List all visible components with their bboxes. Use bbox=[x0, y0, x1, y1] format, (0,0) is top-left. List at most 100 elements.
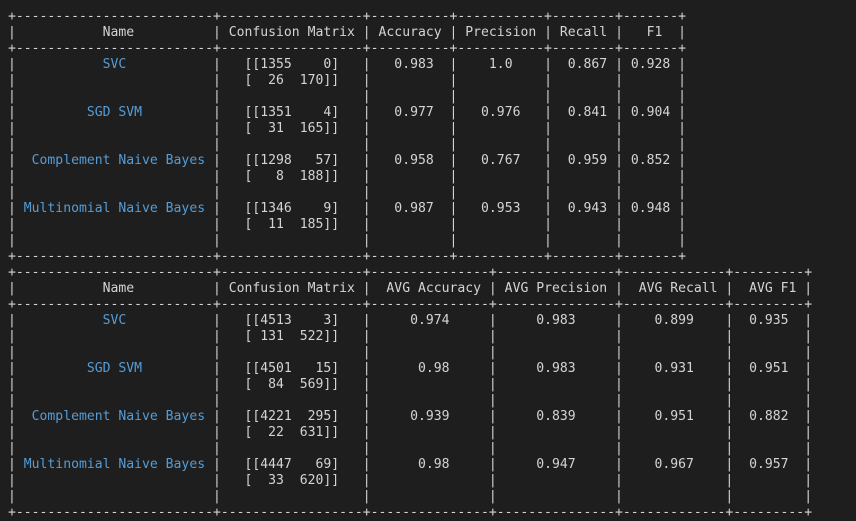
confusion-matrix-row-1: [[1298 57] bbox=[220, 153, 363, 168]
metric-value: 0.852 bbox=[622, 153, 679, 168]
column-header: Accuracy bbox=[370, 25, 450, 40]
confusion-matrix-row-2: [ 22 631]] bbox=[220, 425, 363, 440]
metric-value: 0.974 bbox=[370, 313, 489, 328]
column-header: AVG Accuracy bbox=[370, 281, 489, 296]
metric-value: 0.977 bbox=[370, 105, 450, 120]
table-row-continuation: | | [ 33 620]] | | | | | bbox=[8, 473, 813, 488]
metric-value: 0.931 bbox=[622, 361, 726, 376]
table-row-continuation: | | [ 84 569]] | | | | | bbox=[8, 377, 813, 392]
column-header: AVG F1 bbox=[733, 281, 805, 296]
metric-value: 1.0 bbox=[457, 57, 545, 72]
table-row-spacer: | | | | | | | bbox=[8, 393, 813, 408]
column-header: AVG Recall bbox=[622, 281, 726, 296]
metric-value: 0.976 bbox=[457, 105, 545, 120]
metric-value: 0.904 bbox=[622, 105, 679, 120]
confusion-matrix-row-2: [ 33 620]] bbox=[220, 473, 363, 488]
confusion-matrix-row-2: [ 31 165]] bbox=[220, 121, 363, 136]
confusion-matrix-row-2: [ 84 569]] bbox=[220, 377, 363, 392]
confusion-matrix-row-1: [[4513 3] bbox=[220, 313, 363, 328]
model-name: SGD SVM bbox=[15, 105, 213, 120]
metric-value: 0.928 bbox=[622, 57, 679, 72]
column-header: Precision bbox=[457, 25, 545, 40]
metric-value: 0.839 bbox=[496, 409, 616, 424]
metric-value: 0.899 bbox=[622, 313, 726, 328]
confusion-matrix-row-1: [[4447 69] bbox=[220, 457, 363, 472]
confusion-matrix-row-1: [[1351 4] bbox=[220, 105, 363, 120]
table-row: | SVC | [[4513 3] | 0.974 | 0.983 | 0.89… bbox=[8, 313, 813, 328]
metric-value: 0.943 bbox=[552, 201, 616, 216]
metric-value: 0.951 bbox=[622, 409, 726, 424]
metric-value: 0.959 bbox=[552, 153, 616, 168]
model-name: Complement Naive Bayes bbox=[15, 409, 213, 424]
terminal-output: +-------------------------+-------------… bbox=[0, 0, 856, 520]
table-row: | Multinomial Naive Bayes | [[1346 9] | … bbox=[8, 201, 687, 216]
table-row: | Complement Naive Bayes | [[4221 295] |… bbox=[8, 409, 813, 424]
table-row-spacer: | | | | | | | bbox=[8, 441, 813, 456]
table-row-spacer: | | | | | | | bbox=[8, 137, 686, 152]
table-row-continuation: | | [ 11 185]] | | | | | bbox=[8, 217, 687, 232]
model-name: SGD SVM bbox=[15, 361, 213, 376]
metric-value: 0.951 bbox=[733, 361, 805, 376]
table-row-spacer: | | | | | | | bbox=[8, 185, 686, 200]
table-border: +-------------------------+-------------… bbox=[8, 297, 813, 312]
metric-value: 0.947 bbox=[496, 457, 616, 472]
metric-value: 0.953 bbox=[457, 201, 545, 216]
confusion-matrix-row-2: [ 26 170]] bbox=[220, 73, 363, 88]
model-name: Complement Naive Bayes bbox=[15, 153, 213, 168]
metric-value: 0.987 bbox=[370, 201, 450, 216]
column-header: AVG Precision bbox=[496, 281, 616, 296]
metric-value: 0.98 bbox=[370, 457, 489, 472]
confusion-matrix-row-2: [ 11 185]] bbox=[220, 217, 363, 232]
table-header-row: | Name | Confusion Matrix | Accuracy | P… bbox=[8, 25, 687, 40]
table-border: +-------------------------+-------------… bbox=[8, 249, 686, 264]
table-row-spacer: | | | | | | | bbox=[8, 489, 813, 504]
table-row: | SGD SVM | [[1351 4] | 0.977 | 0.976 | … bbox=[8, 105, 687, 120]
confusion-matrix-row-2: [ 131 522]] bbox=[220, 329, 363, 344]
table-row-continuation: | | [ 22 631]] | | | | | bbox=[8, 425, 813, 440]
table-row-continuation: | | [ 131 522]] | | | | | bbox=[8, 329, 813, 344]
confusion-matrix-row-2: [ 8 188]] bbox=[220, 169, 363, 184]
table-row-continuation: | | [ 26 170]] | | | | | bbox=[8, 73, 687, 88]
column-header: Name bbox=[15, 25, 213, 40]
table-row: | SVC | [[1355 0] | 0.983 | 1.0 | 0.867 … bbox=[8, 57, 687, 72]
metric-value: 0.98 bbox=[370, 361, 489, 376]
metric-value: 0.767 bbox=[457, 153, 545, 168]
table-row: | Complement Naive Bayes | [[1298 57] | … bbox=[8, 153, 687, 168]
table-row-spacer: | | | | | | | bbox=[8, 233, 686, 248]
table-border: +-------------------------+-------------… bbox=[8, 9, 686, 24]
confusion-matrix-row-1: [[4501 15] bbox=[220, 361, 363, 376]
metric-value: 0.948 bbox=[622, 201, 679, 216]
table-header-row: | Name | Confusion Matrix | AVG Accuracy… bbox=[8, 281, 813, 296]
metric-value: 0.841 bbox=[552, 105, 616, 120]
metric-value: 0.867 bbox=[552, 57, 616, 72]
table-border: +-------------------------+-------------… bbox=[8, 505, 813, 520]
model-name: Multinomial Naive Bayes bbox=[15, 201, 213, 216]
table-row: | SGD SVM | [[4501 15] | 0.98 | 0.983 | … bbox=[8, 361, 813, 376]
model-name: SVC bbox=[15, 313, 213, 328]
metric-value: 0.967 bbox=[622, 457, 726, 472]
confusion-matrix-row-1: [[1346 9] bbox=[220, 201, 363, 216]
column-header: Confusion Matrix bbox=[220, 281, 363, 296]
metric-value: 0.983 bbox=[496, 313, 616, 328]
table-border: +-------------------------+-------------… bbox=[8, 41, 686, 56]
confusion-matrix-row-1: [[1355 0] bbox=[220, 57, 363, 72]
column-header: Name bbox=[15, 281, 213, 296]
model-name: SVC bbox=[15, 57, 213, 72]
table-row: | Multinomial Naive Bayes | [[4447 69] |… bbox=[8, 457, 813, 472]
metric-value: 0.957 bbox=[733, 457, 805, 472]
column-header: F1 bbox=[622, 25, 679, 40]
column-header: Recall bbox=[552, 25, 616, 40]
table-row-continuation: | | [ 31 165]] | | | | | bbox=[8, 121, 687, 136]
table-row-spacer: | | | | | | | bbox=[8, 345, 813, 360]
metric-value: 0.983 bbox=[370, 57, 450, 72]
metric-value: 0.983 bbox=[496, 361, 616, 376]
table-border: +-------------------------+-------------… bbox=[8, 265, 813, 280]
confusion-matrix-row-1: [[4221 295] bbox=[220, 409, 363, 424]
metric-value: 0.882 bbox=[733, 409, 805, 424]
metric-value: 0.939 bbox=[370, 409, 489, 424]
model-name: Multinomial Naive Bayes bbox=[15, 457, 213, 472]
column-header: Confusion Matrix bbox=[220, 25, 363, 40]
table-row-spacer: | | | | | | | bbox=[8, 89, 686, 104]
metric-value: 0.935 bbox=[733, 313, 805, 328]
table-row-continuation: | | [ 8 188]] | | | | | bbox=[8, 169, 687, 184]
